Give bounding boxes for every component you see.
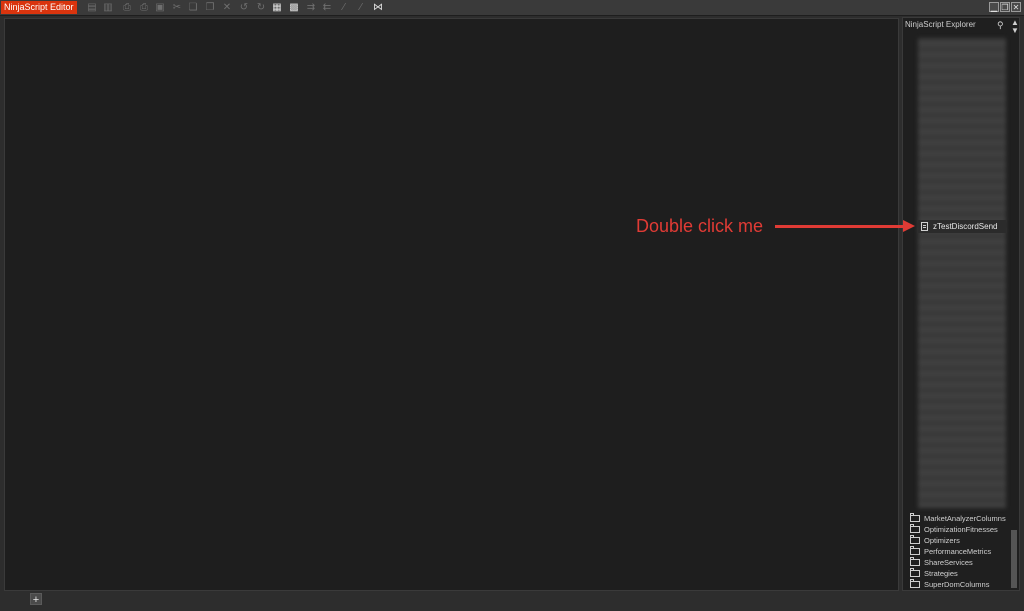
folder-label: SuperDomColumns [924, 580, 990, 589]
tab-strip [0, 592, 900, 611]
folder-icon [910, 524, 920, 533]
scroll-down-icon[interactable]: ▼ [1011, 26, 1019, 35]
cut-icon[interactable]: ✂ [171, 2, 183, 13]
title-bar: NinjaScript Editor ▤ ▥ ⎙ ⎙ ▣ ✂ ❏ ❐ ✕ ↺ ↻… [0, 0, 1024, 16]
save-icon[interactable]: ▤ [86, 2, 98, 13]
file-icon [921, 222, 928, 231]
close-button[interactable]: ✕ [1011, 2, 1021, 12]
redo-icon[interactable]: ↻ [255, 2, 267, 13]
explorer-scrollbar[interactable] [1011, 530, 1017, 588]
explorer-item-label[interactable]: zTestDiscordSend [933, 222, 997, 231]
page-setup-icon[interactable]: ▣ [154, 2, 166, 13]
annotation-arrow-head [903, 220, 915, 232]
folder-icon [910, 546, 920, 555]
print-preview-icon[interactable]: ⎙ [138, 2, 150, 13]
app-title[interactable]: NinjaScript Editor [1, 1, 77, 14]
folder-label: ShareServices [924, 558, 973, 567]
indent-icon[interactable]: ⁄ [338, 2, 350, 13]
folder-icon [910, 535, 920, 544]
restore-button[interactable]: ❐ [1000, 2, 1010, 12]
paste-icon[interactable]: ❐ [204, 2, 216, 13]
folder-label: MarketAnalyzerColumns [924, 514, 1006, 523]
annotation-arrow [775, 225, 905, 228]
print-icon[interactable]: ⎙ [121, 2, 133, 13]
folder-label: Strategies [924, 569, 958, 578]
delete-icon[interactable]: ✕ [221, 2, 233, 13]
add-tab-button[interactable]: + [30, 593, 42, 606]
uncomment-icon[interactable]: ⇇ [321, 2, 333, 13]
outdent-icon[interactable]: ⁄ [355, 2, 367, 13]
visual-studio-icon[interactable]: ⋈ [372, 2, 384, 13]
folder-label: PerformanceMetrics [924, 547, 992, 556]
pin-icon[interactable]: ⚲ [997, 20, 1004, 31]
explorer-title: NinjaScript Explorer [905, 20, 976, 29]
minimize-button[interactable]: ▁ [989, 2, 999, 12]
code-editor-area[interactable] [4, 18, 899, 591]
find-icon[interactable]: ▦ [271, 2, 283, 13]
comment-icon[interactable]: ⇉ [305, 2, 317, 13]
folder-icon [910, 568, 920, 577]
folder-label: Optimizers [924, 536, 960, 545]
folder-icon [910, 579, 920, 588]
compile-icon[interactable]: ▩ [288, 2, 300, 13]
annotation-text: Double click me [636, 216, 764, 236]
folder-icon [910, 557, 920, 566]
folder-label: OptimizationFitnesses [924, 525, 998, 534]
copy-icon[interactable]: ❏ [187, 2, 199, 13]
undo-icon[interactable]: ↺ [238, 2, 250, 13]
folder-icon [910, 513, 920, 522]
blurred-file-list [918, 38, 1006, 508]
save-all-icon[interactable]: ▥ [102, 2, 114, 13]
